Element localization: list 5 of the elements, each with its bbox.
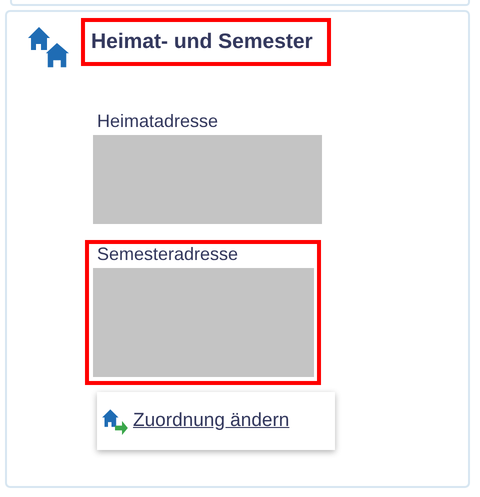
address-label: Semesteradresse (96, 244, 240, 266)
change-assignment-link[interactable]: Zuordnung ändern (133, 410, 290, 432)
address-label: Heimatadresse (96, 111, 220, 133)
section-title: Heimat- und Semester (91, 30, 313, 53)
house-arrow-icon (101, 407, 129, 435)
